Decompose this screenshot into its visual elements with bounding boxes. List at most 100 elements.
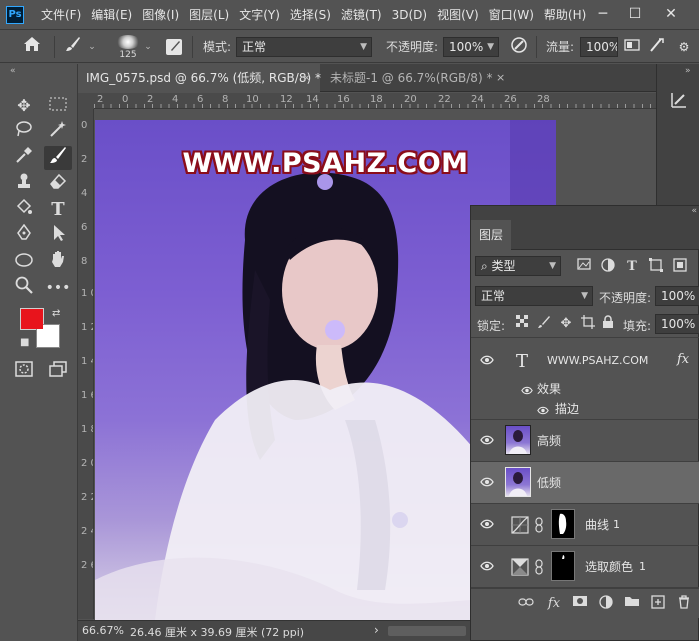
layer-curves-1[interactable]: 曲线 1 (471, 504, 699, 546)
horizontal-scrollbar[interactable] (388, 626, 466, 636)
default-colors-icon[interactable]: ■ (20, 337, 29, 348)
close-icon[interactable]: × (496, 64, 505, 92)
marquee-tool-icon[interactable] (44, 94, 72, 118)
airbrush-icon[interactable] (646, 36, 668, 60)
new-layer-icon[interactable] (649, 595, 667, 613)
new-adjustment-layer-icon[interactable] (597, 595, 615, 613)
menu-file[interactable]: 文件(F) (36, 0, 86, 30)
ellipse-tool-icon[interactable] (10, 250, 38, 274)
layer-text-watermark[interactable]: T WWW.PSAHZ.COM fx 效果 描边 (471, 340, 699, 420)
layer-low-frequency[interactable]: 低频 (471, 462, 699, 504)
ruler-top: 2 0 2 4 6 8 10 12 14 16 18 20 22 24 26 2… (94, 93, 656, 109)
expand-icon[interactable]: » (685, 66, 691, 76)
home-icon[interactable] (20, 36, 44, 58)
adjustment-filter-icon[interactable] (599, 258, 617, 276)
shape-filter-icon[interactable] (647, 258, 665, 276)
watermark-text: WWW.PSAHZ.COM (182, 148, 469, 179)
chevron-down-icon[interactable]: ⌄ (142, 36, 154, 58)
fill-field[interactable]: 100% (655, 314, 699, 334)
visibility-eye-icon[interactable] (479, 433, 495, 449)
flow-slider-icon[interactable] (622, 36, 642, 58)
menu-select[interactable]: 选择(S) (285, 0, 336, 30)
menu-3d[interactable]: 3D(D) (387, 0, 432, 30)
menu-view[interactable]: 视图(V) (432, 0, 484, 30)
menu-image[interactable]: 图像(I) (137, 0, 184, 30)
menu-filter[interactable]: 滤镜(T) (336, 0, 387, 30)
eyedropper-tool-icon[interactable] (10, 146, 38, 170)
layer-mask-thumbnail[interactable] (551, 551, 575, 581)
tab-img-0575[interactable]: IMG_0575.psd @ 66.7% (低频, RGB/8) * × (78, 64, 321, 92)
stroke-effect-eye-icon[interactable] (537, 404, 549, 418)
restore-button[interactable]: ☐ (619, 0, 651, 30)
menu-type[interactable]: 文字(Y) (234, 0, 285, 30)
settings-icon[interactable]: ⚙ (672, 36, 696, 58)
collapse-icon[interactable]: « (10, 66, 16, 76)
zoom-level[interactable]: 66.67% (82, 624, 124, 637)
type-tool-icon[interactable]: T (44, 198, 72, 222)
visibility-eye-icon[interactable] (479, 475, 495, 491)
chevron-down-icon[interactable]: ⌄ (86, 36, 98, 58)
lock-transparent-icon[interactable] (513, 315, 531, 333)
properties-panel-icon[interactable] (669, 90, 689, 110)
visibility-eye-icon[interactable] (479, 353, 495, 369)
link-icon[interactable] (535, 517, 543, 536)
fx-icon[interactable]: fx (677, 352, 689, 367)
hand-tool-icon[interactable] (44, 250, 72, 274)
lock-pixels-icon[interactable] (535, 315, 553, 333)
lock-artboard-icon[interactable] (579, 315, 597, 333)
lock-all-icon[interactable] (599, 315, 617, 333)
menu-window[interactable]: 窗口(W) (484, 0, 539, 30)
tab-untitled-1[interactable]: 未标题-1 @ 66.7%(RGB/8) * × (322, 64, 512, 92)
opacity-field[interactable]: 100% ▼ (443, 37, 499, 57)
eraser-tool-icon[interactable] (44, 172, 72, 196)
screen-mode-icon[interactable] (44, 360, 72, 384)
menu-layer[interactable]: 图层(L) (184, 0, 234, 30)
visibility-eye-icon[interactable] (479, 517, 495, 533)
brush-preview-icon[interactable] (116, 35, 140, 49)
new-group-icon[interactable] (623, 595, 641, 613)
flow-field[interactable]: 100% (580, 37, 618, 57)
pixel-filter-icon[interactable] (575, 258, 593, 276)
delete-layer-icon[interactable] (675, 595, 693, 613)
menu-edit[interactable]: 编辑(E) (86, 0, 137, 30)
pen-tool-icon[interactable] (10, 223, 38, 248)
mode-dropdown[interactable]: 正常 ▼ (236, 37, 372, 57)
path-select-icon[interactable] (44, 224, 72, 248)
brush-icon[interactable] (62, 36, 84, 58)
link-icon[interactable] (535, 559, 543, 578)
more-tools-icon[interactable]: ••• (44, 276, 72, 300)
zoom-tool-icon[interactable] (10, 276, 38, 300)
magic-wand-icon[interactable] (44, 120, 72, 144)
minimize-button[interactable]: ─ (587, 0, 619, 30)
brush-settings-icon[interactable] (166, 39, 182, 55)
type-filter-icon[interactable]: T (623, 258, 641, 276)
stamp-tool-icon[interactable] (10, 172, 38, 196)
pressure-opacity-icon[interactable] (508, 36, 530, 60)
lasso-tool-icon[interactable] (10, 120, 38, 144)
move-tool-icon[interactable]: ✥ (10, 94, 38, 118)
layer-mask-thumbnail[interactable] (551, 509, 575, 539)
menu-help[interactable]: 帮助(H) (539, 0, 591, 30)
collapse-icon[interactable]: « (691, 206, 697, 216)
effects-eye-icon[interactable] (521, 384, 533, 398)
layer-filter-dropdown[interactable]: ⌕ 类型 ▼ (475, 256, 561, 276)
quick-mask-icon[interactable] (10, 360, 38, 384)
lock-position-icon[interactable]: ✥ (557, 315, 575, 333)
layer-opacity-field[interactable]: 100% (655, 286, 699, 306)
close-button[interactable]: ✕ (655, 0, 687, 30)
link-layers-icon[interactable] (517, 595, 535, 613)
add-mask-icon[interactable] (571, 595, 589, 613)
paint-bucket-icon[interactable] (10, 198, 38, 222)
smart-object-filter-icon[interactable] (671, 258, 689, 276)
tab-layers[interactable]: 图层 (471, 220, 511, 250)
layer-high-frequency[interactable]: 高频 (471, 420, 699, 462)
status-arrow-icon[interactable]: › (374, 623, 379, 637)
close-icon[interactable]: × (302, 64, 311, 92)
brush-tool-icon[interactable] (44, 146, 72, 170)
blend-mode-dropdown[interactable]: 正常 ▼ (475, 286, 593, 306)
layer-selective-color-1[interactable]: 选取颜色 1 (471, 546, 699, 588)
visibility-eye-icon[interactable] (479, 559, 495, 575)
layer-style-fx-icon[interactable]: fx (545, 595, 563, 613)
chevron-down-icon: ▼ (360, 42, 367, 52)
swap-colors-icon[interactable]: ⇄ (52, 308, 60, 319)
